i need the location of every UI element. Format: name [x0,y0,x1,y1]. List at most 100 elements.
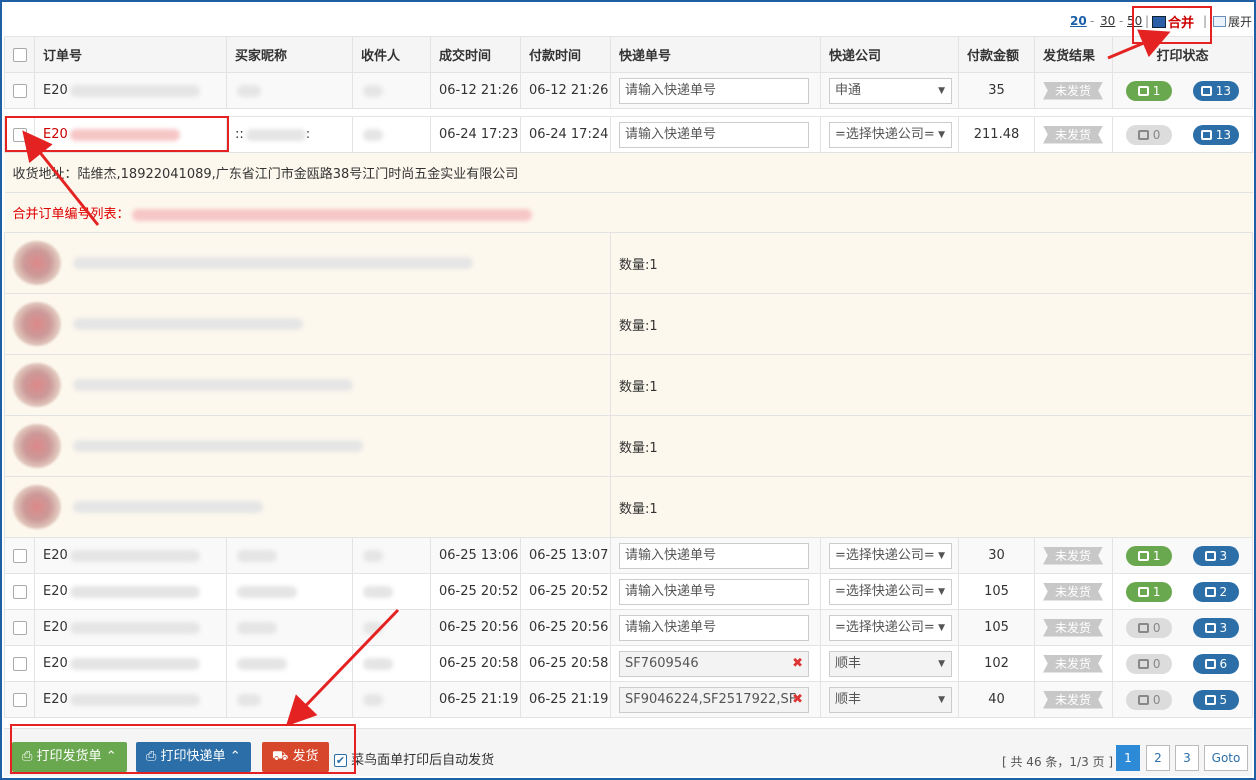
item-info [4,415,611,477]
row-select-cell[interactable] [4,609,35,646]
tracking-input[interactable]: 请输入快递单号 [619,578,809,605]
row-select-cell[interactable] [4,72,35,109]
table-row[interactable]: E20 06-12 21:26 06-12 21:26 请输入快递单号 申通 ▼ … [4,72,1253,109]
page-button-2[interactable]: 2 [1146,745,1170,771]
row-select-cell[interactable] [4,681,35,718]
print-express-count[interactable]: 13 [1192,124,1239,145]
order-id: E20 [34,573,227,610]
courier-select[interactable]: =选择快递公司= ▼ [829,121,952,148]
ship-button[interactable]: ⛟ 发货 [262,742,329,772]
col-header-amount: 付款金额 [958,36,1035,73]
table-row[interactable]: E20 06-25 20:58 06-25 20:58 SF7609546 ✖ 顺… [4,645,1253,682]
courier-select[interactable]: =选择快递公司= ▼ [829,614,952,641]
redacted-text [73,501,263,513]
redacted-text [131,208,532,221]
auto-ship-checkbox[interactable]: ✔ [334,754,347,767]
printer-icon [1137,586,1149,597]
courier-select[interactable]: =选择快递公司= ▼ [829,578,952,605]
printer-icon [1200,85,1212,96]
page-size-50[interactable]: 50 [1127,14,1142,28]
table-row[interactable]: E20 06-25 13:06 06-25 13:07 请输入快递单号 =选择快… [4,537,1253,574]
tracking-cell[interactable]: SF9046224,SF2517922,SF ✖ [610,681,821,718]
page-size-30[interactable]: 30 [1100,14,1115,28]
tracking-input[interactable]: 请输入快递单号 [619,77,809,104]
print-express-count[interactable]: 2 [1192,581,1239,602]
goto-button[interactable]: Goto [1204,745,1248,771]
print-invoice-button[interactable]: ⎙ 打印发货单 ⌃ [12,742,127,772]
redacted-text [363,657,393,670]
redacted-text [237,585,297,598]
redacted-text [69,657,200,670]
redacted-text [237,84,261,97]
clear-icon[interactable]: ✖ [792,652,803,676]
row-checkbox[interactable] [13,692,27,707]
clear-icon[interactable]: ✖ [792,688,803,712]
row-select-cell[interactable] [4,573,35,610]
tracking-cell[interactable]: 请输入快递单号 [610,537,821,574]
row-checkbox[interactable] [13,620,27,635]
print-invoice-count[interactable]: 0 [1126,617,1173,638]
auto-ship-option[interactable]: ✔ 菜鸟面单打印后自动发货 [334,749,494,768]
row-select-cell[interactable] [4,645,35,682]
row-checkbox[interactable] [13,584,27,599]
page-button-3[interactable]: 3 [1175,745,1199,771]
courier-cell[interactable]: =选择快递公司= ▼ [820,609,959,646]
redacted-text [363,621,383,634]
print-express-count[interactable]: 6 [1192,653,1239,674]
table-row[interactable]: E20 06-25 21:19 06-25 21:19 SF9046224,SF… [4,681,1253,718]
expand-button[interactable]: 展开 [1213,13,1252,30]
row-checkbox[interactable] [13,548,27,563]
product-thumbnail [13,363,61,407]
printer-icon: ⎙ [146,749,161,764]
page-size-20[interactable]: 20 [1070,14,1087,28]
courier-select[interactable]: =选择快递公司= ▼ [829,542,952,569]
item-qty: 数量:1 [610,232,1253,294]
print-express-button[interactable]: ⎙ 打印快递单 ⌃ [136,742,251,772]
courier-cell[interactable]: 顺丰 ▼ [820,645,959,682]
row-select-cell[interactable] [4,116,35,153]
tracking-cell[interactable]: SF7609546 ✖ [610,645,821,682]
table-row[interactable]: E20 06-25 20:56 06-25 20:56 请输入快递单号 =选择快… [4,609,1253,646]
print-invoice-count[interactable]: 0 [1126,124,1173,145]
printer-icon [1137,622,1149,633]
table-row[interactable]: E20 06-25 20:52 06-25 20:52 请输入快递单号 =选择快… [4,573,1253,610]
tracking-input[interactable]: SF9046224,SF2517922,SF ✖ [619,686,809,713]
tracking-input[interactable]: SF7609546 ✖ [619,650,809,677]
print-invoice-count[interactable]: 1 [1126,581,1173,602]
courier-cell[interactable]: =选择快递公司= ▼ [820,573,959,610]
print-express-count[interactable]: 3 [1192,545,1239,566]
tracking-cell[interactable]: 请输入快递单号 [610,72,821,109]
print-express-count[interactable]: 13 [1192,80,1239,101]
separator: | [1145,14,1150,28]
print-invoice-count[interactable]: 1 [1126,545,1173,566]
print-invoice-count[interactable]: 0 [1126,689,1173,710]
print-express-count[interactable]: 3 [1192,617,1239,638]
row-checkbox[interactable] [13,656,27,671]
page-button-1[interactable]: 1 [1116,745,1140,771]
row-select-cell[interactable] [4,537,35,574]
select-all-checkbox[interactable] [13,47,27,62]
tracking-input[interactable]: 请输入快递单号 [619,542,809,569]
courier-select[interactable]: 申通 ▼ [829,77,952,104]
buyer-nick [226,72,353,109]
courier-select[interactable]: 顺丰 ▼ [829,686,952,713]
table-row-merged[interactable]: E20 ::: 06-24 17:23 06-24 17:24 请输入快递单号 … [4,116,1253,153]
courier-select[interactable]: 顺丰 ▼ [829,650,952,677]
tracking-cell[interactable]: 请输入快递单号 [610,573,821,610]
print-express-count[interactable]: 5 [1192,689,1239,710]
courier-cell[interactable]: 顺丰 ▼ [820,681,959,718]
tracking-cell[interactable]: 请输入快递单号 [610,116,821,153]
merge-button[interactable]: 合并 [1152,12,1194,31]
redacted-text [363,585,393,598]
print-invoice-count[interactable]: 1 [1126,80,1173,101]
courier-cell[interactable]: 申通 ▼ [820,72,959,109]
tracking-input[interactable]: 请输入快递单号 [619,121,809,148]
tracking-input[interactable]: 请输入快递单号 [619,614,809,641]
row-checkbox[interactable] [13,127,27,142]
print-invoice-count[interactable]: 0 [1126,653,1173,674]
tracking-cell[interactable]: 请输入快递单号 [610,609,821,646]
select-all-cell[interactable] [4,36,35,73]
row-checkbox[interactable] [13,83,27,98]
courier-cell[interactable]: =选择快递公司= ▼ [820,116,959,153]
courier-cell[interactable]: =选择快递公司= ▼ [820,537,959,574]
